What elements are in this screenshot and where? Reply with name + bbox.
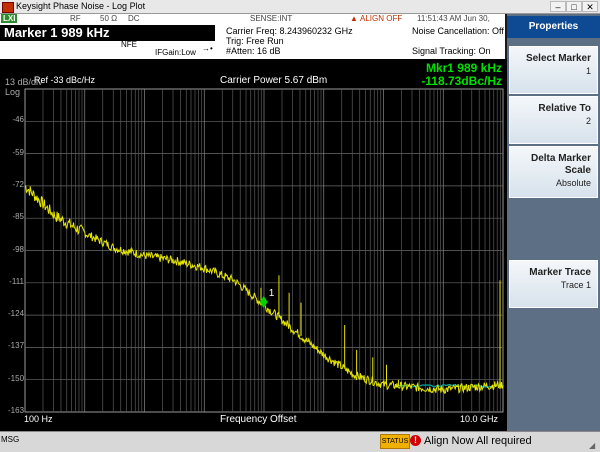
softkey-value: 2 [585,116,591,126]
title-bar: Keysight Phase Noise - Log Plot – □ ✕ [0,0,600,14]
message-bar: MSG STATUS ! Align Now All required ◢ [0,431,600,452]
y-tick-label: -59 [12,147,24,157]
y-tick-label: -46 [12,115,24,125]
noise-cancellation: Noise Cancellation: Off [412,26,504,36]
properties-header: Properties [507,16,600,38]
minimize-button[interactable]: – [550,1,566,12]
error-icon: ! [410,435,421,446]
impedance-indicator: 50 Ω [100,14,118,23]
measurement-info-panel: Marker 1 989 kHz NFE IFGain:Low — →• Carr… [0,24,505,59]
ref-level: Ref -33 dBc/Hz [34,75,96,85]
status-button[interactable]: STATUS [380,434,410,449]
y-tick-label: -98 [12,244,24,254]
maximize-button[interactable]: □ [566,1,582,12]
signal-tracking: Signal Tracking: On [412,46,491,56]
ifgain-indicator: IFGain:Low [155,48,196,57]
rf-indicator: RF [70,14,81,23]
log-plot[interactable]: 1 13 dB/div Log Ref -33 dBc/Hz Carrier P… [0,59,507,431]
softkey-label: Marker Trace [529,267,591,278]
y-tick-label: -150 [8,373,25,383]
y-tick-label: -111 [9,276,24,286]
app-icon [2,2,14,13]
y-tick-label: -85 [12,212,24,222]
warning-triangle-icon: ▲ [350,14,358,23]
align-indicator: ALIGN OFF [360,14,403,23]
marker-trace-softkey[interactable]: Marker Trace Trace 1 [509,260,598,308]
grid [24,88,504,413]
scale-mode: Log [5,87,21,97]
trigger-mode: Trig: Free Run [226,36,284,46]
attenuation: #Atten: 16 dB [226,46,281,56]
y-tick-label: -163 [8,406,25,415]
resize-grip-icon: ◢ [589,441,596,450]
y-tick-label: -137 [8,341,25,351]
lxi-badge: LXI [1,14,18,23]
x-stop-label: 10.0 GHz [460,414,499,424]
softkey-label: Select Marker [525,53,591,64]
softkey-panel: Properties Select Marker 1 Relative To 2… [507,14,600,431]
delta-marker-scale-softkey[interactable]: Delta Marker Scale Absolute [509,146,598,198]
y-tick-label: -72 [12,179,24,189]
marker-1-number: 1 [269,288,275,299]
plot-canvas: 1 [24,88,504,413]
marker-readout-freq: Mkr1 989 kHz [425,61,502,75]
msg-label: MSG [1,435,20,444]
status-row: LXI RF 50 Ω DC SENSE:INT ▲ ALIGN OFF 11:… [0,14,505,32]
x-axis-label: Frequency Offset [220,414,297,425]
close-button[interactable]: ✕ [582,1,598,12]
nfe-indicator: NFE [121,40,137,49]
softkey-label: Delta Marker Scale [530,153,591,176]
trigger-arrow-icon: — →• [202,35,213,53]
softkey-value: 1 [585,66,591,76]
marker-header: Marker 1 989 kHz [0,25,215,41]
carrier-freq: Carrier Freq: 8.243960232 GHz [226,26,353,36]
softkey-label: Relative To [538,103,591,114]
window-title: Keysight Phase Noise - Log Plot [16,1,146,11]
carrier-power: Carrier Power 5.67 dBm [220,75,328,86]
x-start-label: 100 Hz [24,414,53,424]
y-tick-label: -124 [8,309,25,319]
status-message: Align Now All required [424,435,532,447]
sense-indicator: SENSE:INT [250,14,293,23]
marker-readout-value: -118.73dBc/Hz [421,74,502,88]
select-marker-softkey[interactable]: Select Marker 1 [509,46,598,94]
relative-to-softkey[interactable]: Relative To 2 [509,96,598,144]
softkey-value: Trace 1 [560,280,591,290]
softkey-value: Absolute [555,178,591,188]
coupling-indicator: DC [128,14,140,23]
